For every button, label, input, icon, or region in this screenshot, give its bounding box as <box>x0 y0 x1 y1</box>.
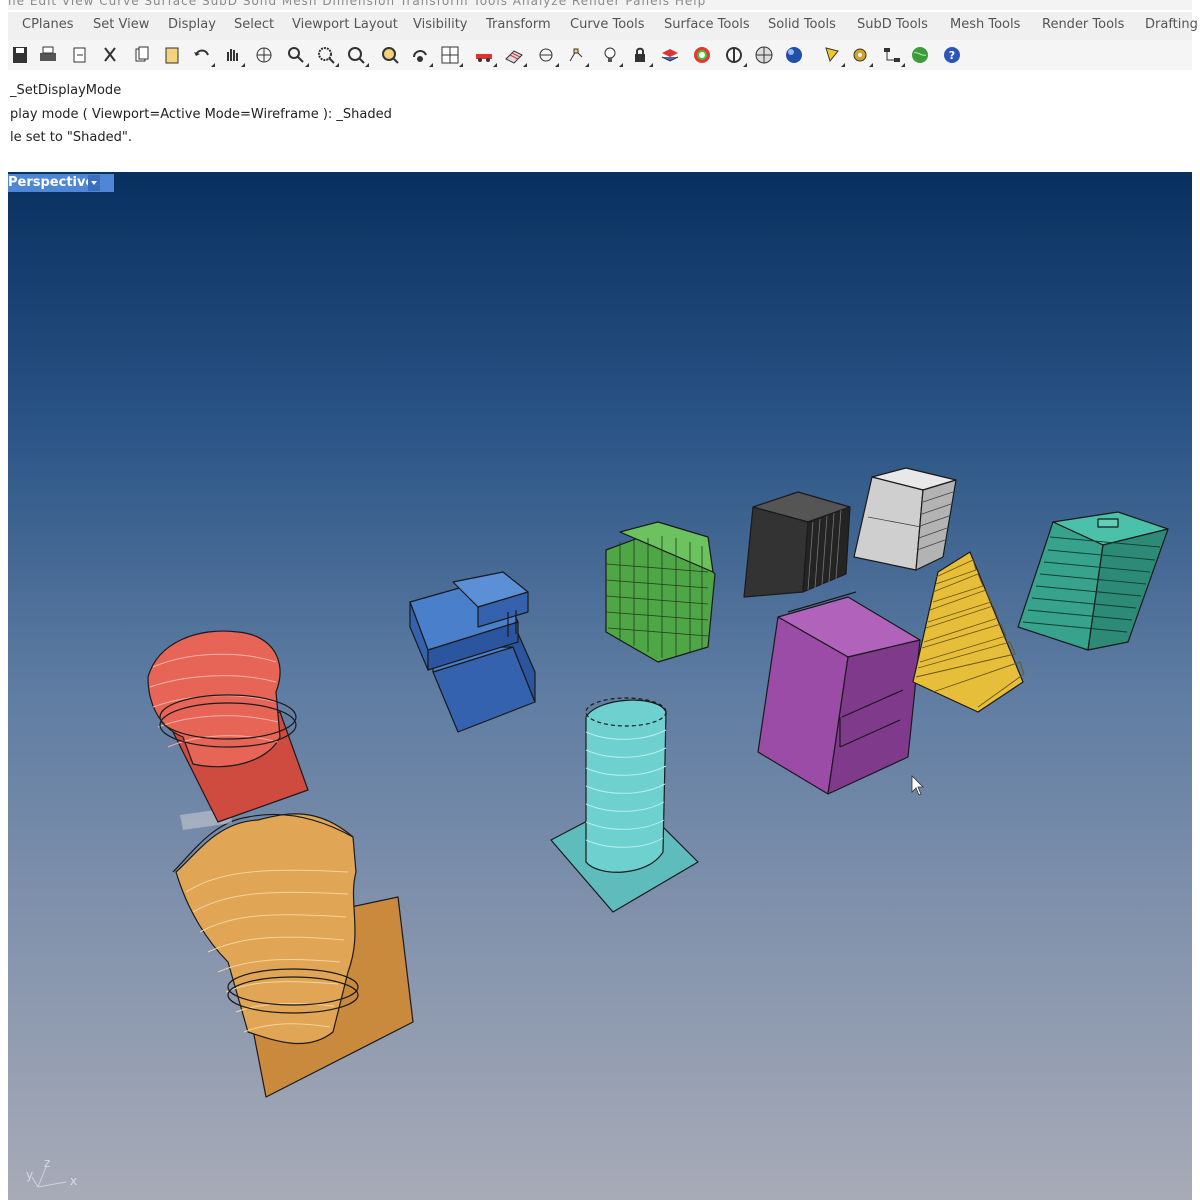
lock-icon[interactable] <box>628 43 653 67</box>
light-icon[interactable] <box>598 43 623 67</box>
axes-gizmo <box>31 1166 67 1188</box>
tab-render-tools[interactable]: Render Tools <box>1042 17 1124 32</box>
layer-icon[interactable] <box>658 43 682 67</box>
rotate-camera-icon[interactable] <box>408 43 433 67</box>
mouse-cursor-icon <box>911 775 924 796</box>
axis-x-label: x <box>70 1174 78 1188</box>
globe-icon[interactable] <box>908 43 932 67</box>
command-line-3: le set to "Shaded". <box>10 130 132 145</box>
tab-cplanes[interactable]: CPlanes <box>22 17 74 32</box>
copy-icon[interactable] <box>130 43 154 67</box>
color-wheel-icon[interactable] <box>690 43 714 67</box>
cyan-cylinder[interactable] <box>550 697 699 913</box>
undo-icon[interactable] <box>190 43 215 67</box>
tab-solid-tools[interactable]: Solid Tools <box>768 17 836 32</box>
triangle-flag-icon[interactable] <box>820 43 845 67</box>
cut-icon[interactable] <box>98 43 122 67</box>
pan-hand-icon[interactable] <box>220 43 245 67</box>
rhino-window: ile Edit View Curve Surface SubD Solid M… <box>0 0 1200 1200</box>
command-line-2: play mode ( Viewport=Active Mode=Wirefra… <box>10 107 392 122</box>
svg-text:?: ? <box>949 49 955 62</box>
tab-drafting[interactable]: Drafting <box>1145 17 1198 32</box>
blue-blocks[interactable] <box>409 571 536 733</box>
zoom-selected-icon[interactable] <box>378 43 402 67</box>
grid-icon[interactable] <box>502 43 527 67</box>
tab-display[interactable]: Display <box>168 17 216 32</box>
cplane-icon[interactable] <box>534 43 559 67</box>
axis-z-label: z <box>44 1156 51 1170</box>
rotate-view-icon[interactable] <box>252 43 276 67</box>
standard-toolbar: ? <box>8 40 1192 71</box>
tab-viewport-layout[interactable]: Viewport Layout <box>292 17 398 32</box>
import-icon[interactable] <box>68 43 92 67</box>
zoom-icon[interactable] <box>284 43 309 67</box>
tab-mesh-tools[interactable]: Mesh Tools <box>950 17 1020 32</box>
tab-surface-tools[interactable]: Surface Tools <box>664 17 750 32</box>
toolbar-tab-row: CPlanes Set View Display Select Viewport… <box>8 12 1198 41</box>
green-voxel-tower[interactable] <box>605 521 716 663</box>
zoom-window-icon[interactable] <box>314 43 339 67</box>
circle-cross-icon[interactable] <box>722 43 747 67</box>
tab-select[interactable]: Select <box>234 17 274 32</box>
help-icon[interactable]: ? <box>940 43 964 67</box>
gear-icon[interactable] <box>848 43 873 67</box>
command-line-1: _SetDisplayMode <box>10 83 122 98</box>
yellow-stepped-tower[interactable] <box>912 551 1025 713</box>
sphere-grid-icon[interactable] <box>752 43 776 67</box>
tab-subd-tools[interactable]: SubD Tools <box>857 17 928 32</box>
purple-box[interactable] <box>757 591 921 795</box>
axis-y-label: y <box>26 1168 34 1182</box>
menu-bar: ile Edit View Curve Surface SubD Solid M… <box>8 0 1192 10</box>
scene-canvas[interactable] <box>8 172 1192 1200</box>
black-box[interactable] <box>743 491 851 598</box>
sphere-icon[interactable] <box>782 43 806 67</box>
tab-visibility[interactable]: Visibility <box>413 17 467 32</box>
print-icon[interactable] <box>36 43 60 67</box>
paste-icon[interactable] <box>160 43 184 67</box>
viewport-name: Perspective <box>8 175 95 190</box>
snap-icon[interactable] <box>564 43 589 67</box>
tab-transform[interactable]: Transform <box>486 17 551 32</box>
car-icon[interactable] <box>472 43 497 67</box>
menu-bar-text[interactable]: ile Edit View Curve Surface SubD Solid M… <box>8 0 706 8</box>
command-prompt[interactable] <box>8 150 1192 170</box>
teal-slab-tower[interactable] <box>1017 511 1169 651</box>
perspective-viewport[interactable]: Perspective y z x <box>8 172 1192 1200</box>
node-icon[interactable] <box>880 43 905 67</box>
four-viewports-icon[interactable] <box>438 43 463 67</box>
orange-tower[interactable] <box>172 808 414 1098</box>
command-history: _SetDisplayMode play mode ( Viewport=Act… <box>8 70 1192 151</box>
white-box[interactable] <box>853 467 957 571</box>
save-icon[interactable] <box>8 43 32 67</box>
tab-set-view[interactable]: Set View <box>93 17 149 32</box>
red-tower[interactable] <box>147 630 309 823</box>
viewport-menu-chevron-down-icon[interactable] <box>88 175 100 191</box>
zoom-extents-icon[interactable] <box>344 43 369 67</box>
tab-curve-tools[interactable]: Curve Tools <box>570 17 645 32</box>
